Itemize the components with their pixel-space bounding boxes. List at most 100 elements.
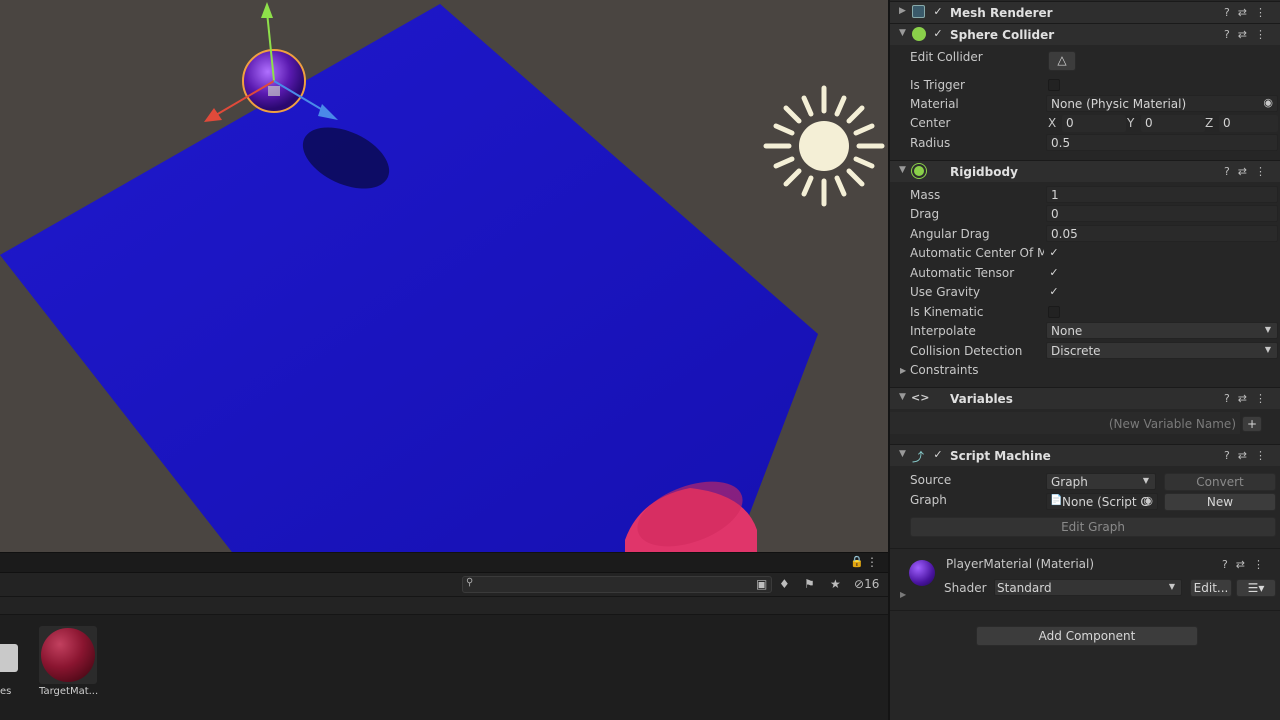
angular-drag-label: Angular Drag: [910, 227, 990, 241]
source-value: Graph: [1051, 475, 1088, 489]
ground-plane-shade: [0, 4, 818, 552]
add-component-button[interactable]: Add Component: [976, 626, 1198, 646]
new-variable-placeholder: (New Variable Name): [1108, 417, 1236, 431]
auto-center-of-mass-checkbox[interactable]: ✓: [1048, 247, 1060, 259]
component-header-icons[interactable]: ?⇄⋮: [1224, 392, 1274, 405]
component-header-icons[interactable]: ?⇄⋮: [1224, 28, 1274, 41]
scene-view[interactable]: [0, 0, 888, 552]
radius-field[interactable]: 0.5: [1046, 134, 1278, 151]
constraints-foldout[interactable]: Constraints: [910, 363, 978, 377]
drag-field[interactable]: 0: [1046, 205, 1278, 222]
source-dropdown[interactable]: Graph ▼: [1046, 473, 1156, 490]
project-panel: 🔒 ⋮ ⚲ ▣ ♦ ⚑ ★ ⊘16: [0, 552, 888, 720]
mesh-renderer-enabled-checkbox[interactable]: ✓: [932, 6, 944, 18]
graph-asset-value: None (Script G: [1062, 495, 1150, 509]
edit-collider-button[interactable]: △: [1048, 51, 1076, 71]
edit-bounds-icon: △: [1057, 53, 1067, 67]
shader-options-button[interactable]: ☰▾: [1236, 579, 1276, 597]
collision-detection-dropdown[interactable]: Discrete ▼: [1046, 342, 1278, 359]
physic-material-field[interactable]: None (Physic Material) ◉: [1046, 95, 1278, 112]
script-machine-enabled-checkbox[interactable]: ✓: [932, 449, 944, 461]
foldout-arrow-icon[interactable]: ▶: [899, 6, 906, 16]
mass-value: 1: [1051, 188, 1059, 202]
center-y-field[interactable]: 0: [1141, 115, 1205, 132]
rigidbody-icon: [912, 164, 926, 178]
search-by-label-icon[interactable]: ♦: [779, 577, 790, 591]
rigidbody-header[interactable]: ▼ Rigidbody ?⇄⋮: [890, 160, 1280, 182]
auto-tensor-checkbox[interactable]: ✓: [1048, 267, 1060, 279]
sphere-collider-header[interactable]: ▼ ✓ Sphere Collider ?⇄⋮: [890, 23, 1280, 45]
scene-canvas[interactable]: [0, 0, 888, 552]
script-machine-header[interactable]: ▼ ⤴ ✓ Script Machine ?⇄⋮: [890, 444, 1280, 466]
inspector-panel: ▶ ✓ Mesh Renderer ?⇄⋮ ▼ ✓ Sphere Collide…: [888, 0, 1280, 720]
new-variable-name-input[interactable]: (New Variable Name): [890, 412, 1240, 434]
center-x-label[interactable]: X: [1048, 116, 1056, 130]
mesh-renderer-icon: [912, 5, 925, 18]
favorite-star-icon[interactable]: ★: [830, 577, 841, 591]
edit-graph-button[interactable]: Edit Graph: [910, 517, 1276, 537]
project-search-input[interactable]: ⚲: [462, 576, 772, 593]
list-icon: ☰▾: [1247, 581, 1265, 595]
use-gravity-label: Use Gravity: [910, 285, 981, 299]
graph-asset-field[interactable]: 📄 None (Script G ◉: [1046, 493, 1158, 510]
is-trigger-checkbox[interactable]: [1048, 79, 1060, 91]
is-trigger-label: Is Trigger: [910, 78, 965, 92]
divider: [890, 548, 1280, 549]
foldout-arrow-icon[interactable]: ▼: [899, 28, 906, 38]
center-z-label[interactable]: Z: [1205, 116, 1213, 130]
component-title: Mesh Renderer: [950, 6, 1053, 20]
component-header-icons[interactable]: ?⇄⋮: [1222, 558, 1272, 571]
foldout-arrow-icon[interactable]: ▶: [900, 590, 906, 599]
add-variable-button[interactable]: +: [1242, 416, 1262, 432]
shader-value: Standard: [997, 581, 1052, 595]
material-label: Material: [910, 97, 959, 111]
auto-center-of-mass-label: Automatic Center Of Mas: [910, 246, 1044, 260]
is-kinematic-checkbox[interactable]: [1048, 306, 1060, 318]
component-header-icons[interactable]: ?⇄⋮: [1224, 449, 1274, 462]
center-z-field[interactable]: 0: [1219, 115, 1278, 132]
center-y-label[interactable]: Y: [1127, 116, 1134, 130]
lock-icon[interactable]: 🔒: [850, 555, 864, 568]
sphere-collider-enabled-checkbox[interactable]: ✓: [932, 28, 944, 40]
variables-icon: <>: [911, 391, 930, 404]
search-icon: ⚲: [466, 577, 474, 588]
radius-label: Radius: [910, 136, 951, 150]
gizmo-x-head: [204, 108, 222, 122]
search-by-type-icon[interactable]: ▣: [756, 577, 767, 591]
asset-label[interactable]: TargetMat...: [39, 686, 98, 697]
mass-field[interactable]: 1: [1046, 186, 1278, 203]
foldout-arrow-icon[interactable]: ▼: [899, 165, 906, 175]
component-header-icons[interactable]: ?⇄⋮: [1224, 165, 1274, 178]
variables-header[interactable]: ▼ <> Variables ?⇄⋮: [890, 387, 1280, 409]
shader-dropdown[interactable]: Standard ▼: [994, 579, 1182, 596]
asset-folder-thumb[interactable]: [0, 644, 18, 672]
edit-graph-label: Edit Graph: [1061, 520, 1125, 534]
script-machine-icon: ⤴: [912, 450, 925, 464]
center-x-field[interactable]: 0: [1062, 115, 1126, 132]
sun-icon: [763, 85, 885, 207]
target-material-asset[interactable]: [39, 626, 97, 684]
interpolate-dropdown[interactable]: None ▼: [1046, 322, 1278, 339]
new-graph-button[interactable]: New: [1164, 493, 1276, 511]
object-picker-icon[interactable]: ◉: [1263, 96, 1273, 109]
angular-drag-field[interactable]: 0.05: [1046, 225, 1278, 242]
foldout-arrow-icon[interactable]: ▼: [899, 449, 906, 459]
mesh-renderer-header[interactable]: ▶ ✓ Mesh Renderer ?⇄⋮: [890, 1, 1280, 23]
asset-label[interactable]: es: [0, 686, 11, 697]
component-title: Rigidbody: [950, 165, 1018, 179]
component-header-icons[interactable]: ?⇄⋮: [1224, 6, 1274, 19]
gizmo-y-head: [261, 2, 273, 18]
hidden-packages-count[interactable]: ⊘16: [854, 577, 879, 591]
foldout-arrow-icon[interactable]: ▼: [899, 392, 906, 402]
chevron-down-icon: ▼: [1264, 325, 1271, 334]
gizmo-center: [268, 86, 280, 96]
eye-slash-icon: ⊘: [854, 577, 865, 591]
panel-menu-icon[interactable]: ⋮: [866, 555, 878, 569]
project-breadcrumb-bar: [0, 597, 888, 615]
use-gravity-checkbox[interactable]: ✓: [1048, 286, 1060, 298]
edit-shader-button[interactable]: Edit...: [1190, 579, 1232, 597]
tag-icon[interactable]: ⚑: [804, 577, 815, 591]
object-picker-icon[interactable]: ◉: [1143, 494, 1153, 507]
convert-button[interactable]: Convert: [1164, 473, 1276, 491]
foldout-arrow-icon[interactable]: ▶: [900, 366, 906, 375]
